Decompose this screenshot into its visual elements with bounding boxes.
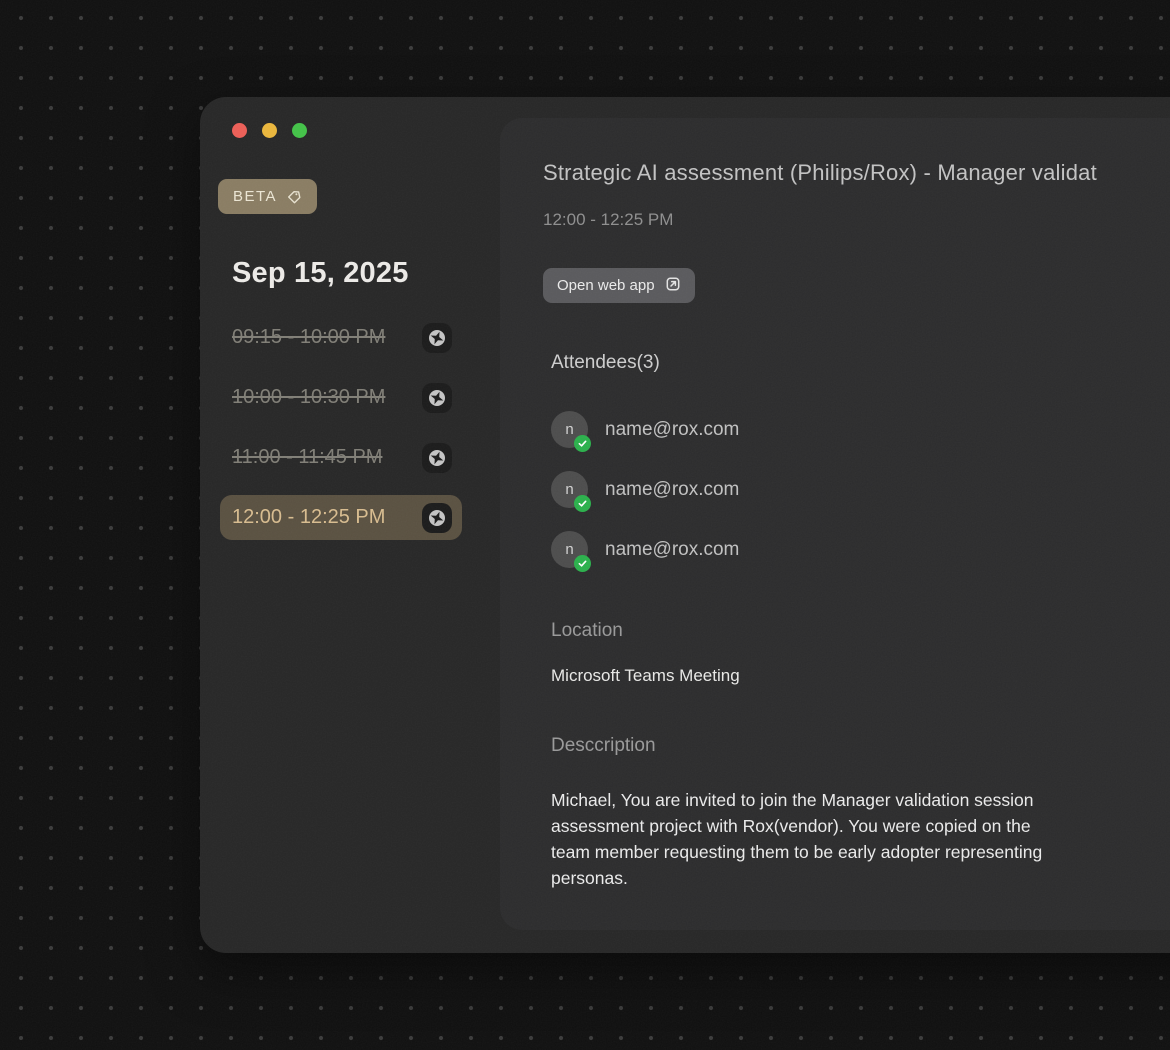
time-slot[interactable]: 09:15 - 10:00 PM	[220, 315, 462, 360]
location-heading: Location	[551, 620, 623, 642]
slot-time-label: 11:00 - 11:45 PM	[232, 446, 382, 469]
external-link-icon	[665, 276, 681, 296]
description-line: assessment project with Rox(vendor). You…	[551, 813, 1042, 839]
accepted-check-icon	[574, 435, 591, 452]
app-window: BETA Sep 15, 2025 09:15 - 10:00 PM 10:00…	[200, 97, 1170, 953]
beta-badge: BETA	[218, 179, 317, 214]
avatar-initial: n	[565, 541, 573, 558]
slot-sparkle-button[interactable]	[422, 443, 452, 473]
slot-time-label: 12:00 - 12:25 PM	[232, 506, 385, 529]
attendee-email: name@rox.com	[605, 419, 739, 441]
beta-badge-label: BETA	[233, 188, 277, 205]
attendee-email: name@rox.com	[605, 479, 739, 501]
zoom-button[interactable]	[292, 123, 307, 138]
tag-icon	[286, 189, 302, 205]
open-web-app-label: Open web app	[557, 277, 655, 294]
slot-time-label: 09:15 - 10:00 PM	[232, 326, 385, 349]
minimize-button[interactable]	[262, 123, 277, 138]
avatar: n	[551, 471, 588, 508]
accepted-check-icon	[574, 495, 591, 512]
slot-sparkle-button[interactable]	[422, 503, 452, 533]
attendee-email: name@rox.com	[605, 539, 739, 561]
slot-sparkle-button[interactable]	[422, 323, 452, 353]
slot-sparkle-button[interactable]	[422, 383, 452, 413]
description-heading: Desccription	[551, 735, 656, 757]
event-detail-panel: Strategic AI assessment (Philips/Rox) - …	[500, 118, 1170, 930]
window-controls	[232, 123, 307, 138]
avatar-initial: n	[565, 421, 573, 438]
event-title: Strategic AI assessment (Philips/Rox) - …	[543, 160, 1097, 186]
event-time: 12:00 - 12:25 PM	[543, 210, 673, 230]
avatar-initial: n	[565, 481, 573, 498]
attendees-heading: Attendees(3)	[551, 352, 660, 374]
time-slot[interactable]: 11:00 - 11:45 PM	[220, 435, 462, 480]
time-slot-list: 09:15 - 10:00 PM 10:00 - 10:30 PM 11:00 …	[220, 315, 462, 540]
time-slot[interactable]: 10:00 - 10:30 PM	[220, 375, 462, 420]
close-button[interactable]	[232, 123, 247, 138]
description-text: Michael, You are invited to join the Man…	[551, 787, 1042, 891]
attendee-row: n name@rox.com	[551, 531, 739, 568]
attendee-row: n name@rox.com	[551, 411, 739, 448]
avatar: n	[551, 411, 588, 448]
date-heading: Sep 15, 2025	[232, 257, 409, 290]
attendee-list: n name@rox.com n name@rox.com	[551, 411, 739, 568]
description-line: personas.	[551, 865, 1042, 891]
avatar: n	[551, 531, 588, 568]
open-web-app-button[interactable]: Open web app	[543, 268, 695, 303]
attendee-row: n name@rox.com	[551, 471, 739, 508]
time-slot-selected[interactable]: 12:00 - 12:25 PM	[220, 495, 462, 540]
accepted-check-icon	[574, 555, 591, 572]
description-line: team member requesting them to be early …	[551, 839, 1042, 865]
description-line: Michael, You are invited to join the Man…	[551, 787, 1042, 813]
slot-time-label: 10:00 - 10:30 PM	[232, 386, 385, 409]
location-value: Microsoft Teams Meeting	[551, 666, 740, 686]
